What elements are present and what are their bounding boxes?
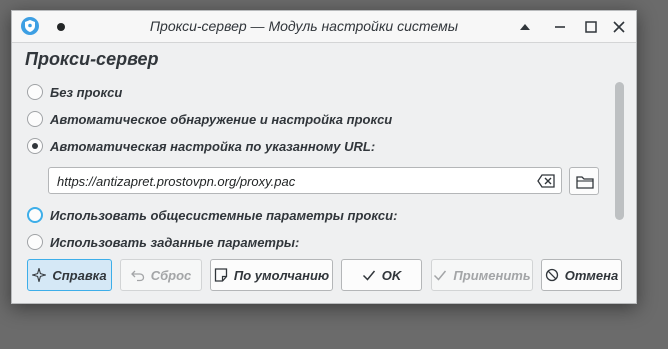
option-label: Использовать общесистемные параметры про… bbox=[50, 207, 398, 223]
ok-button-label: OK bbox=[381, 267, 402, 283]
clear-text-icon bbox=[537, 174, 555, 188]
radio-no-proxy[interactable] bbox=[27, 84, 43, 100]
option-label: Без прокси bbox=[50, 84, 123, 100]
checkmark-icon bbox=[362, 270, 375, 281]
option-auto-config-url[interactable]: Автоматическая настройка по указанному U… bbox=[27, 137, 375, 155]
defaults-button-label: По умолчанию bbox=[233, 267, 330, 283]
radio-system-proxy[interactable] bbox=[27, 207, 43, 223]
help-button[interactable]: Справка bbox=[27, 259, 112, 291]
app-icon[interactable] bbox=[21, 17, 39, 35]
close-button[interactable] bbox=[609, 17, 629, 37]
cancel-icon bbox=[545, 268, 558, 282]
option-manual-proxy[interactable]: Использовать заданные параметры: bbox=[27, 233, 299, 251]
apply-button-label: Применить bbox=[453, 267, 531, 283]
pac-url-input[interactable]: https://antizapret.prostovpn.org/proxy.p… bbox=[48, 167, 562, 194]
apply-button[interactable]: Применить bbox=[431, 259, 533, 291]
undo-icon bbox=[130, 270, 144, 282]
pin-button[interactable] bbox=[57, 23, 65, 31]
pac-url-value: https://antizapret.prostovpn.org/proxy.p… bbox=[57, 174, 296, 189]
ok-button[interactable]: OK bbox=[341, 259, 422, 291]
radio-auto-config-url[interactable] bbox=[27, 138, 43, 154]
cancel-button[interactable]: Отмена bbox=[541, 259, 622, 291]
scrollbar-thumb[interactable] bbox=[615, 82, 624, 220]
minimize-icon bbox=[555, 26, 565, 28]
clear-url-button[interactable] bbox=[537, 174, 555, 188]
option-label: Автоматическая настройка по указанному U… bbox=[50, 138, 376, 154]
title-bar[interactable]: Прокси-сервер — Модуль настройки системы bbox=[12, 11, 636, 43]
reset-button-label: Сброс bbox=[150, 267, 192, 283]
page-title: Прокси-сервер bbox=[25, 49, 159, 69]
folder-icon bbox=[576, 176, 594, 189]
window-title: Прокси-сервер — Модуль настройки системы bbox=[149, 18, 459, 34]
option-label: Использовать заданные параметры: bbox=[50, 234, 300, 250]
option-auto-detect[interactable]: Автоматическое обнаружение и настройка п… bbox=[27, 110, 392, 128]
option-no-proxy[interactable]: Без прокси bbox=[27, 83, 122, 101]
maximize-icon bbox=[585, 21, 597, 33]
checkmark-icon bbox=[434, 270, 447, 281]
help-sparkle-icon bbox=[32, 268, 47, 282]
option-label: Автоматическое обнаружение и настройка п… bbox=[50, 111, 393, 127]
vertical-scrollbar[interactable] bbox=[612, 76, 626, 262]
help-button-label: Справка bbox=[52, 267, 107, 283]
reset-button[interactable]: Сброс bbox=[120, 259, 202, 291]
browse-file-button[interactable] bbox=[569, 167, 599, 195]
settings-window: Прокси-сервер — Модуль настройки системы… bbox=[11, 10, 637, 304]
maximize-button[interactable] bbox=[581, 17, 601, 37]
close-icon bbox=[613, 21, 625, 33]
defaults-button[interactable]: По умолчанию bbox=[210, 259, 333, 291]
document-defaults-icon bbox=[214, 268, 227, 282]
minimize-button[interactable] bbox=[550, 17, 570, 37]
radio-auto-detect[interactable] bbox=[27, 111, 43, 127]
option-system-proxy[interactable]: Использовать общесистемные параметры про… bbox=[27, 206, 397, 224]
shield-icon bbox=[25, 20, 35, 32]
chevron-up-icon bbox=[520, 24, 530, 30]
keep-above-button[interactable] bbox=[515, 17, 535, 37]
radio-manual-proxy[interactable] bbox=[27, 234, 43, 250]
cancel-button-label: Отмена bbox=[564, 267, 619, 283]
